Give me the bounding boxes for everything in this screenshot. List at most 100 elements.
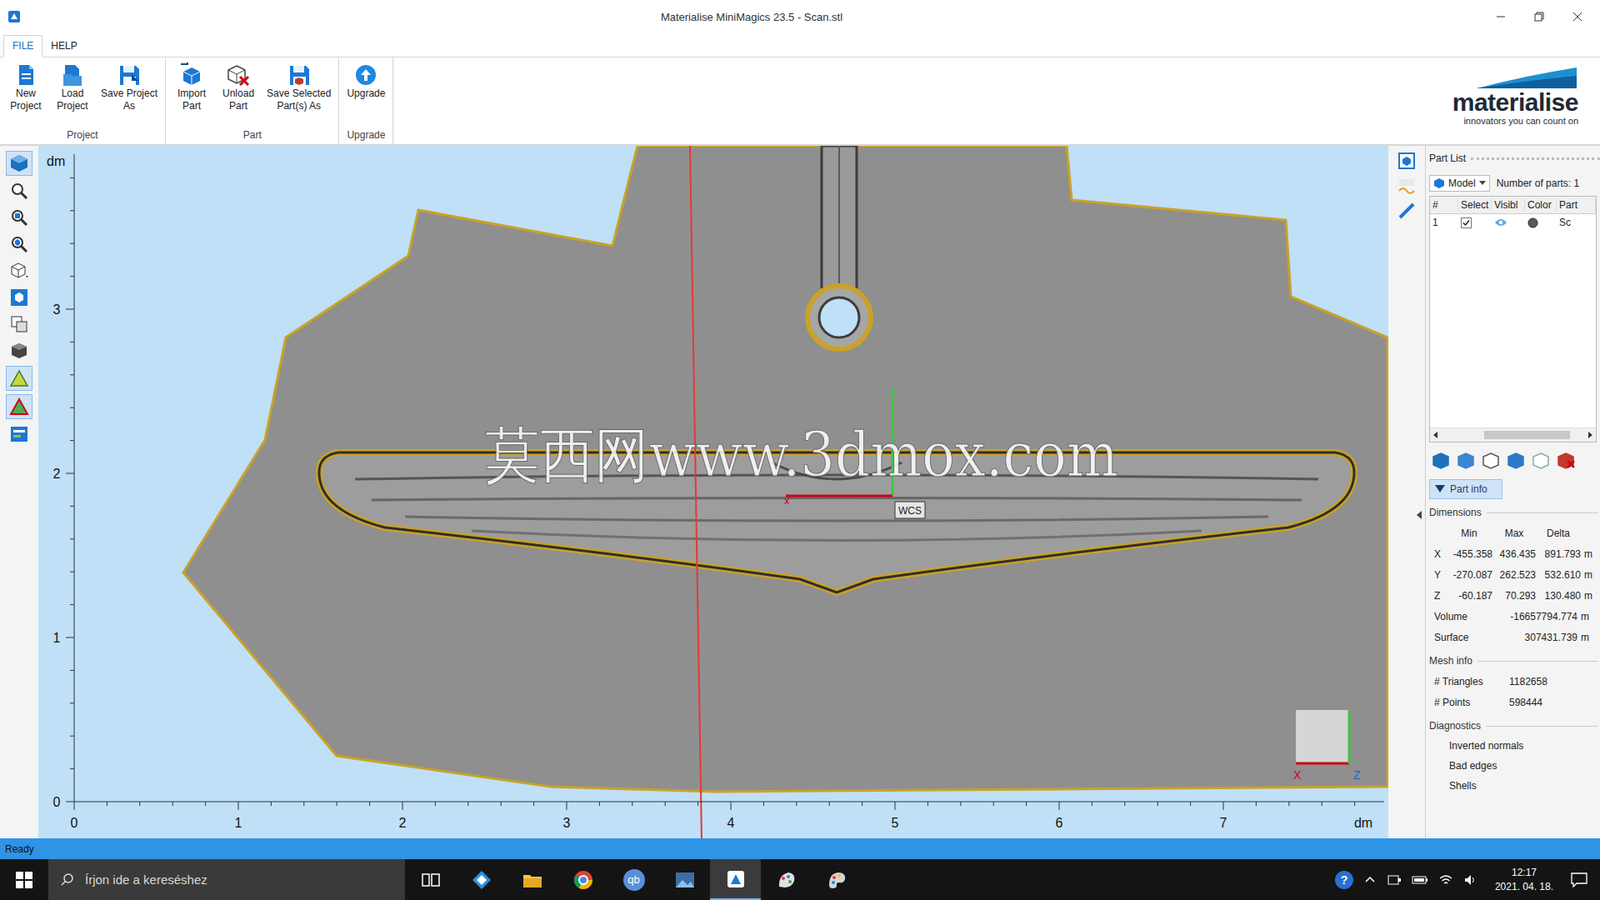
column-header[interactable]: # bbox=[1430, 198, 1459, 212]
ribbon-button-label: Part bbox=[229, 100, 248, 113]
ruler-icon[interactable] bbox=[1396, 200, 1417, 221]
taskbar-app[interactable] bbox=[710, 859, 761, 900]
collapse-arrow-icon[interactable] bbox=[1415, 509, 1424, 521]
ribbon-group-label: Project bbox=[3, 129, 162, 143]
scene-canvas[interactable]: xWCS012345673210dmdmXZ莫西网www.3dmox.com bbox=[38, 145, 1389, 840]
menu-tabs: FILEHELP bbox=[0, 33, 1600, 58]
dimension-column: Max bbox=[1492, 527, 1536, 540]
visibility-eye-icon[interactable] bbox=[1494, 217, 1508, 228]
tray-chevron-icon[interactable] bbox=[1363, 873, 1377, 887]
toolbar-button[interactable] bbox=[6, 339, 32, 363]
select-checkbox[interactable] bbox=[1460, 217, 1472, 229]
close-icon[interactable] bbox=[1558, 4, 1597, 30]
orientation-cube[interactable]: XZ bbox=[1293, 710, 1361, 782]
ribbon-button[interactable]: Save SelectedPart(s) As bbox=[262, 60, 335, 130]
rulers: 012345673210dmdm bbox=[46, 154, 1385, 830]
paint-icon bbox=[825, 868, 850, 892]
toolbar-button[interactable] bbox=[6, 232, 32, 256]
part-list-panel-icon[interactable] bbox=[1396, 150, 1417, 171]
taskbar-app[interactable] bbox=[405, 859, 456, 900]
part-action-icon[interactable] bbox=[1530, 451, 1551, 470]
taskbar-search[interactable]: Írjon ide a kereséshez bbox=[48, 859, 405, 900]
menu-tab[interactable]: FILE bbox=[3, 35, 43, 58]
y-tick-label: 0 bbox=[53, 795, 61, 810]
text-annotation-icon[interactable] bbox=[1396, 175, 1417, 196]
toolbar-button[interactable] bbox=[6, 205, 32, 230]
ribbon-button[interactable]: NewProject bbox=[3, 60, 49, 130]
volume-icon[interactable] bbox=[1463, 873, 1479, 887]
start-button[interactable] bbox=[0, 859, 49, 900]
scroll-left-icon[interactable] bbox=[1430, 429, 1442, 441]
scroll-right-icon[interactable] bbox=[1584, 429, 1596, 441]
column-header[interactable]: Visibl bbox=[1491, 198, 1525, 212]
ribbon-button-label: Part bbox=[182, 100, 201, 113]
toolbar-button[interactable] bbox=[6, 422, 32, 446]
diagnostic-item[interactable]: Inverted normals bbox=[1429, 735, 1599, 756]
section-title: Dimensions bbox=[1429, 502, 1599, 523]
ribbon-button[interactable]: Save ProjectAs bbox=[96, 60, 162, 130]
part-info: DimensionsMinMaxDeltaX-455.358436.435891… bbox=[1429, 499, 1600, 796]
status-bar: Ready bbox=[0, 838, 1600, 860]
toolbar-button[interactable] bbox=[5, 365, 33, 391]
column-header[interactable]: Color bbox=[1525, 198, 1557, 212]
toolbar-button[interactable] bbox=[6, 285, 32, 310]
horizontal-scrollbar[interactable] bbox=[1430, 427, 1596, 442]
taskbar-app[interactable] bbox=[455, 859, 507, 900]
part-action-icon[interactable] bbox=[1480, 451, 1501, 470]
x-tick-label: 2 bbox=[399, 815, 407, 830]
wifi-icon[interactable] bbox=[1438, 873, 1454, 887]
view-cube-icon bbox=[9, 260, 30, 281]
minimagics-window: Materialise MiniMagics 23.5 - Scan.stlFI… bbox=[0, 0, 1600, 900]
cube-z-label: Z bbox=[1353, 768, 1361, 782]
part-action-icon[interactable] bbox=[1430, 451, 1451, 470]
ribbon-button[interactable]: LoadProject bbox=[50, 60, 95, 130]
viewport-background bbox=[38, 145, 1389, 840]
part-row[interactable]: 1Sc bbox=[1430, 214, 1596, 231]
part-color-swatch[interactable] bbox=[1527, 217, 1539, 229]
part-action-icon[interactable] bbox=[1505, 451, 1526, 470]
taskbar-app[interactable] bbox=[811, 859, 863, 900]
taskbar-app[interactable] bbox=[760, 859, 812, 900]
battery-icon[interactable] bbox=[1411, 873, 1429, 887]
y-tick-label: 1 bbox=[53, 630, 61, 645]
taskbar-app[interactable] bbox=[506, 859, 558, 900]
toolbar-button[interactable] bbox=[5, 150, 33, 176]
ribbon-button-label: New bbox=[15, 87, 36, 100]
cube-x-label: X bbox=[1293, 768, 1302, 782]
part-info-toggle[interactable]: Part info bbox=[1429, 479, 1503, 500]
scan-mesh[interactable] bbox=[183, 145, 1388, 792]
paint3d-icon bbox=[775, 868, 799, 892]
ribbon-button[interactable]: UnloadPart bbox=[215, 60, 261, 130]
brand-name: materialise bbox=[1452, 89, 1579, 116]
zoom-part-icon bbox=[9, 234, 30, 255]
ribbon-button-label: Load bbox=[61, 87, 85, 100]
shaded-icon bbox=[9, 340, 30, 361]
device-icon[interactable] bbox=[1386, 873, 1402, 887]
toolbar-button[interactable] bbox=[6, 259, 32, 283]
part-action-icon[interactable] bbox=[1455, 451, 1476, 470]
taskbar-app[interactable] bbox=[557, 859, 609, 900]
restore-icon[interactable] bbox=[1520, 4, 1559, 30]
3d-viewport[interactable]: xWCS012345673210dmdmXZ莫西网www.3dmox.com bbox=[38, 145, 1389, 840]
ribbon-group: ImportPartUnloadPartSave SelectedPart(s)… bbox=[165, 57, 340, 145]
column-header[interactable]: Select bbox=[1458, 198, 1492, 212]
menu-tab[interactable]: HELP bbox=[42, 35, 85, 57]
section-title: Diagnostics bbox=[1429, 715, 1599, 736]
toolbar-button[interactable] bbox=[5, 394, 33, 420]
clock[interactable]: 12:172021. 04. 18. bbox=[1488, 865, 1560, 895]
view-dropdown[interactable]: Model bbox=[1429, 175, 1490, 192]
toolbar-button[interactable] bbox=[6, 179, 32, 203]
ribbon-button[interactable]: ImportPart bbox=[169, 60, 215, 130]
part-action-icon[interactable] bbox=[1555, 451, 1576, 470]
notification-icon[interactable] bbox=[1570, 871, 1589, 889]
ribbon-group: NewProjectLoadProjectSave ProjectAsProje… bbox=[0, 57, 166, 145]
ribbon-button[interactable]: Upgrade bbox=[342, 60, 390, 130]
help-icon[interactable]: ? bbox=[1335, 870, 1354, 890]
minimize-icon[interactable] bbox=[1481, 4, 1520, 30]
diagnostic-item[interactable]: Bad edges bbox=[1429, 755, 1599, 776]
toolbar-button[interactable] bbox=[6, 312, 32, 336]
taskbar-app[interactable]: qb bbox=[608, 859, 660, 900]
diagnostic-item[interactable]: Shells bbox=[1429, 775, 1599, 796]
column-header[interactable]: Part bbox=[1556, 198, 1596, 212]
taskbar-app[interactable] bbox=[659, 859, 710, 900]
